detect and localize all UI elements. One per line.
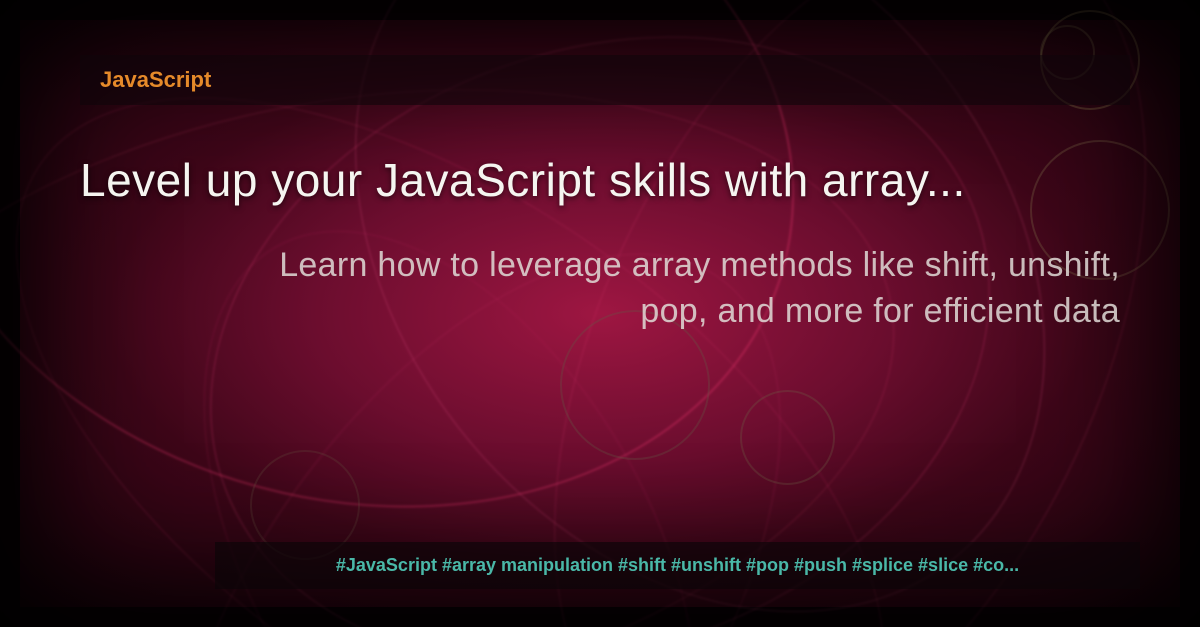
tags-bar: #JavaScript #array manipulation #shift #… — [215, 542, 1140, 589]
category-label: JavaScript — [100, 67, 211, 92]
tags-text: #JavaScript #array manipulation #shift #… — [235, 555, 1120, 576]
content-container: JavaScript Level up your JavaScript skil… — [0, 0, 1200, 627]
page-title: Level up your JavaScript skills with arr… — [80, 153, 1120, 207]
category-bar: JavaScript — [80, 55, 1130, 105]
page-subtitle: Learn how to leverage array methods like… — [80, 243, 1120, 335]
